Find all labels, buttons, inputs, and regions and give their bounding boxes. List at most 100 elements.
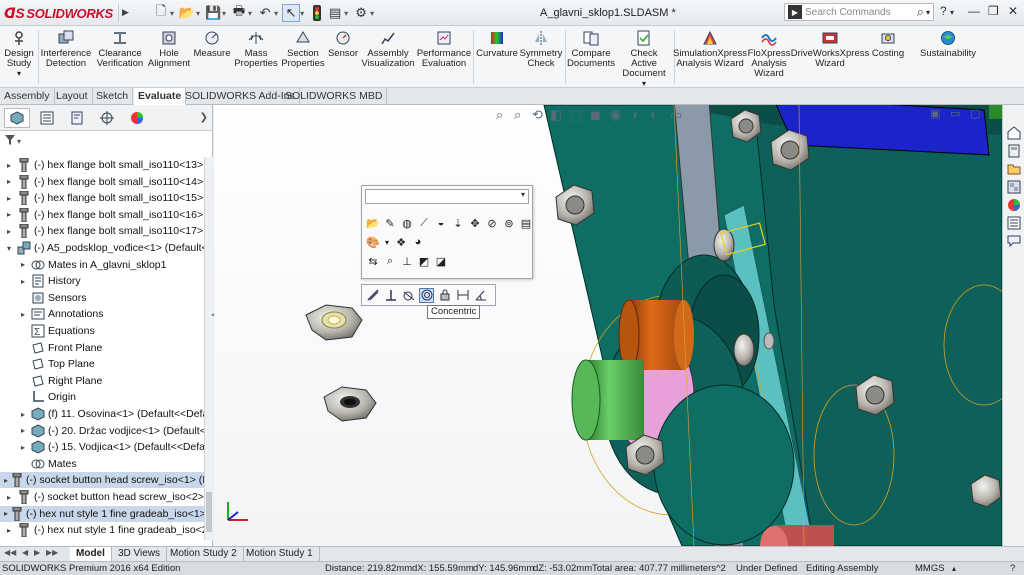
search-dropdown-icon[interactable]: ▾ [926,8,930,17]
expand-arrow-icon[interactable]: ▸ [4,526,14,535]
viewport-close-icon[interactable]: ▢ [970,107,980,120]
expand-arrow-icon[interactable]: ▸ [4,509,8,518]
file-explorer-icon[interactable] [1006,161,1022,177]
help-icon[interactable]: ? [940,4,947,18]
tree-item[interactable]: ▾ (-) A5_podsklop_vođice<1> (Default<Disp [0,240,204,256]
perpendicular-mate-icon[interactable] [383,288,398,303]
move-component-icon[interactable]: ✥ [468,216,482,230]
zoom-to-selection-icon[interactable]: ⌕ [383,254,397,268]
tab-solidworks-mbd[interactable]: SOLIDWORKS MBD [281,88,388,105]
ribbon-button-sensor[interactable]: Sensor [328,30,358,59]
expand-arrow-icon[interactable]: ▸ [18,410,28,419]
dimxpert-tab-icon[interactable] [94,108,120,128]
appearance-dropdown-icon[interactable]: ▾ [383,235,391,249]
normal-to-icon[interactable]: ⊥ [400,254,414,268]
tree-item[interactable]: ▸ (-) hex flange bolt small_iso110<17> (I… [0,223,204,239]
tab-assembly[interactable]: Assembly [0,88,55,105]
tree-item[interactable]: ▸ (-) socket button head screw_iso<2> (IS… [0,489,204,505]
open-folder-icon[interactable]: 📂 [178,4,196,22]
search-mode-icon[interactable]: ▶ [788,5,802,19]
properties-dropdown-icon[interactable]: ▾ [344,9,348,18]
expand-arrow-icon[interactable]: ▸ [4,210,14,219]
tab-evaluate[interactable]: Evaluate [134,88,187,105]
zoom-to-area-icon[interactable]: ⌕ [514,107,521,123]
tree-item[interactable]: Mates [0,456,77,472]
tree-item[interactable]: ▸ (-) socket button head screw_iso<1> (IS… [0,472,204,489]
new-dropdown-icon[interactable]: ▾ [170,9,174,18]
restore-icon[interactable]: ❐ [988,4,999,18]
appearance-icon[interactable]: 🎨 [366,235,380,249]
ribbon-button-driveworksxpress[interactable]: DriveWorksXpress Wizard [791,30,869,69]
help-dropdown-icon[interactable]: ▾ [950,8,954,17]
ribbon-button-measure[interactable]: Measure [192,30,232,59]
undo-icon[interactable]: ↶ [256,4,274,22]
fix-component-icon[interactable]: ⇣ [451,216,465,230]
filter-dropdown-icon[interactable]: ▾ [17,137,21,146]
hide-components-icon[interactable]: ◍ [400,216,414,230]
component-properties-icon[interactable]: ▤ [519,216,533,230]
view-orientation-cube-icon[interactable]: ◩ [417,254,431,268]
component-select-dropdown[interactable]: ▾ [365,189,529,204]
minimize-icon[interactable]: — [968,4,980,18]
distance-mate-icon[interactable] [455,288,470,303]
zoom-to-fit-icon[interactable]: ⌕ [496,107,503,123]
display-style-icon[interactable]: ◼ [590,107,601,123]
design-study-dropdown-icon[interactable]: ▾ [17,69,21,79]
tree-item[interactable]: Right Plane [0,373,102,389]
view-palette-icon[interactable] [1006,179,1022,195]
options-dropdown-icon[interactable]: ▾ [370,9,374,18]
select-dropdown-icon[interactable]: ▾ [300,9,304,18]
tree-item[interactable]: ▸ (-) 20. Držac vodjice<1> (Default<<Defa… [0,423,204,439]
hide-show-items-icon[interactable]: ◉ [610,107,621,123]
file-properties-icon[interactable]: ▤ [326,4,344,22]
tree-item[interactable]: ▸ (-) hex flange bolt small_iso110<13> (I… [0,157,204,173]
open-part-icon[interactable]: 📂 [366,216,380,230]
expand-arrow-icon[interactable]: ▾ [4,244,14,253]
expand-arrow-icon[interactable]: ▸ [4,177,14,186]
ribbon-button-section-properties[interactable]: Section Properties [280,30,326,69]
ribbon-button-mass-properties[interactable]: Mass Properties [234,30,278,69]
tree-item[interactable]: ▸ Annotations [0,306,103,322]
tree-item[interactable]: Sensors [0,290,87,306]
prev-tab-arrow-icon[interactable]: ◀ [22,548,28,557]
tree-item[interactable]: ▸ (-) 15. Vodjica<1> (Default<<Default [0,439,204,455]
assembly-model[interactable] [214,105,1002,546]
expand-arrow-icon[interactable]: ▸ [18,426,28,435]
ribbon-button-clearance-verification[interactable]: Clearance Verification [94,30,146,69]
view-settings-icon[interactable]: ▭ [670,107,682,123]
apply-scene-icon[interactable]: ◐ [650,107,658,122]
graphics-area[interactable]: ⌕ ⌕ ⟲ ◧ ⬚ ◼ ◉ ◑ ◐ ▭ ▣ ▭ ▢ [214,105,1002,546]
feature-tree-tab-icon[interactable] [4,107,30,128]
mate-icon[interactable]: ⊘ [485,216,499,230]
replace-component-icon[interactable]: ⇆ [366,254,380,268]
tree-item[interactable]: Origin [0,389,76,405]
section-cube-icon[interactable]: ◪ [434,254,448,268]
panel-expand-icon[interactable]: ❯ [200,112,208,123]
select-cursor-icon[interactable]: ↖ [282,4,301,22]
view-orientation-icon[interactable]: ⬚ [570,107,582,123]
ribbon-button-floxpress[interactable]: FloXpress Analysis Wizard [746,30,792,79]
tree-item[interactable]: ▸ (-) hex nut style 1 fine gradeab_iso<2>… [0,522,204,538]
ribbon-button-hole-alignment[interactable]: Hole Alignment [148,30,190,69]
design-library-icon[interactable] [1006,143,1022,159]
expand-arrow-icon[interactable]: ▸ [4,227,14,236]
change-transparency-icon[interactable]: ◒ [434,216,448,230]
menu-expand-arrow[interactable]: ▶ [118,4,130,22]
ribbon-button-sustainability[interactable]: Sustainability [918,30,978,59]
appearances-icon[interactable] [1006,197,1022,213]
color-icon[interactable]: ◕ [411,235,425,249]
tree-scrollbar[interactable] [204,157,213,540]
hex-nut[interactable] [305,304,363,341]
tree-item[interactable]: ▸ (-) hex flange bolt small_iso110<15> (I… [0,190,204,206]
configuration-manager-tab-icon[interactable] [64,108,90,128]
expand-arrow-icon[interactable]: ▸ [18,310,28,319]
expand-arrow-icon[interactable]: ▸ [4,493,14,502]
tab-sketch[interactable]: Sketch [92,88,134,105]
lock-mate-icon[interactable] [437,288,452,303]
display-manager-tab-icon[interactable] [124,108,150,128]
angle-mate-icon[interactable] [473,288,488,303]
units-dropdown-icon[interactable]: ▴ [952,562,956,575]
ribbon-button-simulationxpress[interactable]: SimulationXpress Analysis Wizard [673,30,747,69]
solidworks-resources-icon[interactable] [1006,125,1022,141]
ribbon-button-compare-documents[interactable]: Compare Documents [567,30,615,69]
